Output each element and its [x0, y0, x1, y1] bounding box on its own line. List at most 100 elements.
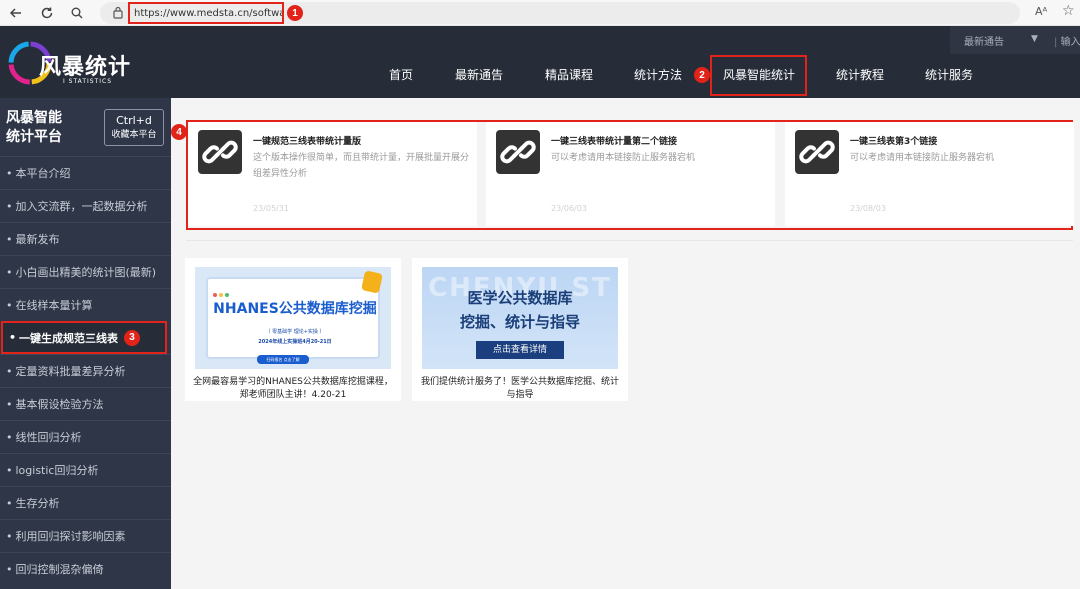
- sidebar-item-label: 回归控制混杂偏倚: [15, 563, 104, 576]
- promo-card-nhanes[interactable]: NHANES公共数据库挖掘 （ 零基础学 理论+实操 ） 2024年线上实操班4…: [185, 258, 401, 401]
- sidebar-item-label: 本平台介绍: [15, 167, 71, 180]
- logo-subtitle: I STATISTICS: [63, 78, 112, 85]
- card-description: 可以考虑请用本链接防止服务器宕机: [551, 153, 696, 163]
- sidebar-item-label: 一键生成规范三线表: [19, 331, 119, 345]
- sidebar: 风暴智能 统计平台 Ctrl+d 收藏本平台 • 本平台介绍 • 加入交流群，一起数据…: [0, 98, 171, 589]
- sidebar-title-line1: 风暴智能: [6, 110, 62, 126]
- nav-tutorials[interactable]: 统计教程: [836, 66, 884, 86]
- chevron-down-icon[interactable]: ▼: [1031, 34, 1038, 44]
- promo-image-nhanes[interactable]: NHANES公共数据库挖掘 （ 零基础学 理论+实操 ） 2024年线上实操班4…: [195, 267, 391, 369]
- card-title[interactable]: 一键三线表带统计量第二个链接: [551, 134, 677, 147]
- promo-caption[interactable]: 我们提供统计服务了！医学公共数据库挖掘、统计与指导: [420, 376, 620, 402]
- link-card[interactable]: 一键三线表第3个链接可以考虑请用本链接防止服务器宕机 23/08/03: [785, 122, 1074, 226]
- bullet-icon: •: [6, 298, 13, 312]
- promo-line-1: （ 零基础学 理论+实操 ）: [265, 329, 325, 335]
- bullet-icon: •: [6, 562, 13, 576]
- step-badge-1: 1: [287, 5, 303, 21]
- link-card[interactable]: 一键规范三线表带统计量版这个版本操作很简单，而且带统计量，开展批量开展分组差异性…: [188, 122, 477, 226]
- bookmark-label: 收藏本平台: [111, 130, 157, 140]
- card-title[interactable]: 一键三线表第3个链接: [850, 134, 937, 147]
- bullet-icon: •: [6, 430, 13, 444]
- sidebar-item-label: 在线样本量计算: [15, 299, 93, 312]
- sidebar-item[interactable]: • 回归控制混杂偏倚: [0, 552, 171, 585]
- step-badge-4: 4: [171, 124, 187, 140]
- sidebar-item-label: 线性回归分析: [15, 431, 82, 444]
- sidebar-item-label: 利用回归探讨影响因素: [15, 530, 126, 543]
- promo-image-database[interactable]: CHENYU ST 医学公共数据库 挖掘、统计与指导 点击查看详情: [422, 267, 618, 369]
- read-aloud-icon[interactable]: Aᴬ: [1035, 5, 1047, 18]
- favorite-star-icon[interactable]: ☆: [1062, 3, 1075, 19]
- refresh-icon[interactable]: [37, 3, 57, 23]
- site-logo[interactable]: 风暴统计 I STATISTICS: [6, 36, 130, 92]
- main-content: 4 一键规范三线表带统计量版这个版本操作很简单，而且带统计量，开展批量开展分组差…: [171, 98, 1080, 589]
- nav-home[interactable]: 首页: [389, 66, 413, 86]
- search-input-placeholder: 输入关: [1060, 37, 1080, 48]
- promo-signup-button[interactable]: 扫码报名 点击了解: [257, 355, 309, 364]
- bullet-icon: •: [6, 364, 13, 378]
- promo-banner: NHANES公共数据库挖掘 （ 零基础学 理论+实操 ） 2024年线上实操班4…: [206, 277, 380, 359]
- sidebar-item-label: 最新发布: [15, 233, 60, 246]
- sidebar-item-label: logistic回归分析: [15, 464, 99, 477]
- sidebar-item-label: 生存分析: [15, 497, 60, 510]
- sidebar-item-label: 加入交流群，一起数据分析: [15, 200, 148, 213]
- card-description: 可以考虑请用本链接防止服务器宕机: [850, 153, 995, 163]
- url-text[interactable]: https://www.medsta.cn/software: [128, 2, 284, 24]
- link-chain-icon: [496, 130, 540, 174]
- card-title[interactable]: 一键规范三线表带统计量版: [253, 134, 361, 147]
- promo-details-button[interactable]: 点击查看详情: [476, 341, 564, 359]
- bullet-icon: •: [6, 397, 13, 411]
- step-badge-3: 3: [124, 329, 141, 346]
- sidebar-item[interactable]: • 加入交流群，一起数据分析: [0, 189, 171, 222]
- promo-caption[interactable]: 全网最容易学习的NHANES公共数据库挖掘课程，郑老师团队主讲！4.20-21: [193, 376, 393, 402]
- lock-icon: [112, 5, 124, 20]
- sidebar-title-line2: 统计平台: [6, 129, 62, 145]
- sidebar-item[interactable]: • 最新发布: [0, 222, 171, 255]
- card-date: 23/06/03: [551, 204, 587, 213]
- sidebar-item[interactable]: • 利用回归探讨影响因素: [0, 519, 171, 552]
- nav-services[interactable]: 统计服务: [925, 66, 973, 86]
- bookmark-shortcut: Ctrl+d: [116, 114, 152, 127]
- nav-latest-notice[interactable]: 最新通告: [455, 66, 503, 86]
- link-chain-icon: [795, 130, 839, 174]
- search-icon[interactable]: [67, 3, 87, 23]
- nav-courses[interactable]: 精品课程: [545, 66, 593, 86]
- logo-text: 风暴统计: [39, 55, 132, 80]
- card-description: 这个版本操作很简单，而且带统计量，开展批量开展分组差异性分析: [253, 153, 470, 179]
- bullet-icon: •: [6, 199, 13, 213]
- sidebar-item[interactable]: • 定量资料批量差异分析: [0, 354, 171, 387]
- promo-title: NHANES公共数据库挖掘: [213, 301, 377, 317]
- nav-methods[interactable]: 统计方法: [634, 66, 682, 86]
- bullet-icon: •: [6, 463, 13, 477]
- nav-smart-stats[interactable]: 风暴智能统计: [723, 66, 795, 86]
- link-card[interactable]: 一键三线表带统计量第二个链接可以考虑请用本链接防止服务器宕机 23/06/03: [486, 122, 775, 226]
- sidebar-item-label: 基本假设检验方法: [15, 398, 104, 411]
- card-date: 23/08/03: [850, 204, 886, 213]
- sidebar-item[interactable]: • 基本假设检验方法: [0, 387, 171, 420]
- bullet-icon: •: [9, 331, 17, 344]
- browser-toolbar: https://www.medsta.cn/software 1 Aᴬ ☆: [0, 0, 1080, 26]
- site-header: 最新通告 ▼ | 输入关 风暴统计 I STATISTICS 首页 最新通告 精…: [0, 26, 1080, 98]
- bullet-icon: •: [6, 265, 13, 279]
- sidebar-item[interactable]: • 在线样本量计算: [0, 288, 171, 321]
- back-arrow-icon[interactable]: [6, 3, 26, 23]
- bullet-icon: •: [6, 496, 13, 510]
- search-input[interactable]: | 输入关: [1054, 33, 1080, 48]
- promo-title-2: 挖掘、统计与指导: [459, 313, 580, 331]
- bullet-icon: •: [6, 529, 13, 543]
- promo-card-database[interactable]: CHENYU ST 医学公共数据库 挖掘、统计与指导 点击查看详情 我们提供统计…: [412, 258, 628, 401]
- sidebar-item[interactable]: • 本平台介绍: [0, 156, 171, 189]
- sidebar-item[interactable]: • 小白画出精美的统计图(最新): [0, 255, 171, 288]
- sidebar-item[interactable]: • 生存分析: [0, 486, 171, 519]
- bullet-icon: •: [6, 166, 13, 180]
- sidebar-title: 风暴智能 统计平台: [6, 109, 62, 147]
- card-date: 23/05/31: [253, 204, 289, 213]
- sidebar-item[interactable]: • 线性回归分析: [0, 420, 171, 453]
- promo-line-2: 2024年线上实操班4月20-21日: [258, 339, 332, 345]
- bullet-icon: •: [6, 232, 13, 246]
- sidebar-item[interactable]: • 一键生成规范三线表 3: [1, 321, 167, 354]
- step-badge-2: 2: [694, 67, 710, 83]
- divider: [186, 240, 1073, 241]
- bookmark-button[interactable]: Ctrl+d 收藏本平台: [104, 109, 164, 146]
- sidebar-item[interactable]: • logistic回归分析: [0, 453, 171, 486]
- sidebar-item-label: 小白画出精美的统计图(最新): [15, 266, 157, 279]
